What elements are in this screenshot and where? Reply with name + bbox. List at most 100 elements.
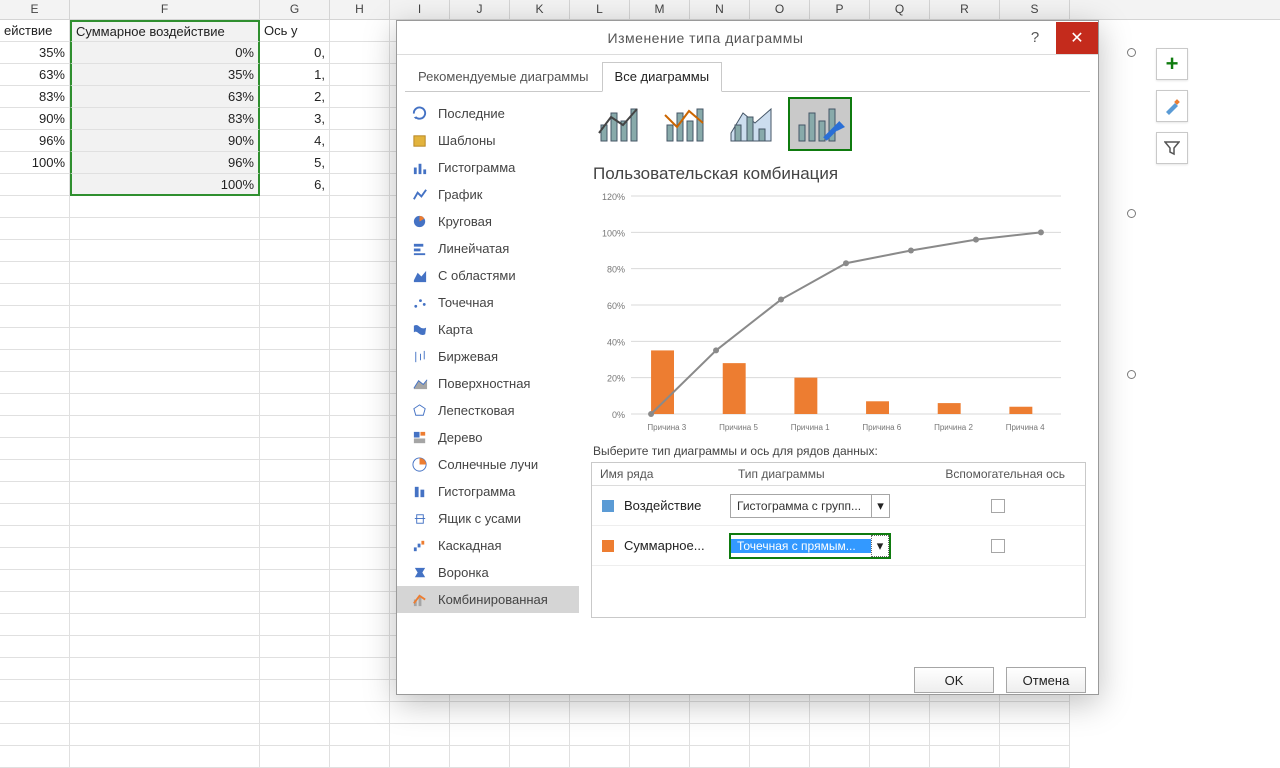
cell[interactable]: [330, 306, 390, 328]
cell[interactable]: 3,: [260, 108, 330, 130]
category-воронка[interactable]: Воронка: [397, 559, 579, 586]
cell[interactable]: [0, 724, 70, 746]
cell[interactable]: [390, 746, 450, 768]
cell[interactable]: [0, 504, 70, 526]
cell[interactable]: [70, 746, 260, 768]
cell[interactable]: [260, 548, 330, 570]
cell[interactable]: [0, 394, 70, 416]
cell[interactable]: [0, 416, 70, 438]
cell[interactable]: 1,: [260, 64, 330, 86]
series-type-combobox[interactable]: Точечная с прямым...▾: [730, 534, 890, 558]
chart-preview[interactable]: 0%20%40%60%80%100%120%Причина 3Причина 5…: [591, 190, 1086, 436]
cell[interactable]: [70, 372, 260, 394]
category-гистограмма[interactable]: Гистограмма: [397, 478, 579, 505]
tab-recommended[interactable]: Рекомендуемые диаграммы: [405, 62, 602, 92]
cell[interactable]: [330, 548, 390, 570]
ok-button[interactable]: OK: [914, 667, 994, 693]
shape-handle-ne[interactable]: [1127, 48, 1136, 57]
cell[interactable]: [330, 108, 390, 130]
cell[interactable]: [260, 394, 330, 416]
cell[interactable]: [330, 20, 390, 42]
cell[interactable]: [330, 64, 390, 86]
cell[interactable]: [260, 592, 330, 614]
column-header-R[interactable]: R: [930, 0, 1000, 20]
combo-subtype-2[interactable]: [657, 98, 719, 150]
combo-subtype-1[interactable]: [591, 98, 653, 150]
cell[interactable]: [0, 680, 70, 702]
cell[interactable]: [260, 372, 330, 394]
cell[interactable]: [930, 702, 1000, 724]
cell[interactable]: [70, 504, 260, 526]
cell[interactable]: [330, 680, 390, 702]
cell[interactable]: [260, 240, 330, 262]
cell[interactable]: [0, 438, 70, 460]
cell[interactable]: [930, 746, 1000, 768]
cell[interactable]: [70, 482, 260, 504]
cell[interactable]: [260, 746, 330, 768]
cell[interactable]: [570, 724, 630, 746]
cell[interactable]: [1000, 724, 1070, 746]
cancel-button[interactable]: Отмена: [1006, 667, 1086, 693]
column-header-S[interactable]: S: [1000, 0, 1070, 20]
cell[interactable]: [0, 658, 70, 680]
cell[interactable]: [930, 724, 1000, 746]
cell[interactable]: [330, 416, 390, 438]
tab-all-charts[interactable]: Все диаграммы: [602, 62, 723, 92]
cell[interactable]: 0%: [70, 42, 260, 64]
cell[interactable]: [70, 394, 260, 416]
cell[interactable]: [70, 526, 260, 548]
cell[interactable]: [260, 416, 330, 438]
cell[interactable]: [0, 284, 70, 306]
cell[interactable]: [70, 680, 260, 702]
cell[interactable]: [0, 636, 70, 658]
cell[interactable]: [70, 284, 260, 306]
chart-add-element-button[interactable]: +: [1156, 48, 1188, 80]
cell[interactable]: [0, 746, 70, 768]
cell[interactable]: [330, 746, 390, 768]
column-header-G[interactable]: G: [260, 0, 330, 20]
category-график[interactable]: График: [397, 181, 579, 208]
chart-filter-button[interactable]: [1156, 132, 1188, 164]
cell[interactable]: [330, 174, 390, 196]
column-header-K[interactable]: K: [510, 0, 570, 20]
cell[interactable]: [70, 438, 260, 460]
cell[interactable]: [870, 724, 930, 746]
column-header-F[interactable]: F: [70, 0, 260, 20]
category-линейчатая[interactable]: Линейчатая: [397, 235, 579, 262]
column-header-H[interactable]: H: [330, 0, 390, 20]
cell[interactable]: [810, 702, 870, 724]
cell[interactable]: 6,: [260, 174, 330, 196]
cell[interactable]: 35%: [70, 64, 260, 86]
cell[interactable]: [260, 438, 330, 460]
combo-subtype-custom[interactable]: [789, 98, 851, 150]
cell[interactable]: [690, 746, 750, 768]
column-header-P[interactable]: P: [810, 0, 870, 20]
cell[interactable]: 35%: [0, 42, 70, 64]
cell[interactable]: [260, 218, 330, 240]
category-биржевая[interactable]: Биржевая: [397, 343, 579, 370]
cell[interactable]: [330, 196, 390, 218]
cell[interactable]: [260, 636, 330, 658]
cell[interactable]: [260, 504, 330, 526]
cell[interactable]: [630, 746, 690, 768]
cell[interactable]: [330, 438, 390, 460]
cell[interactable]: [450, 746, 510, 768]
cell[interactable]: [260, 196, 330, 218]
help-button[interactable]: ?: [1014, 22, 1056, 54]
cell[interactable]: Ось у: [260, 20, 330, 42]
cell[interactable]: [330, 328, 390, 350]
cell[interactable]: [70, 328, 260, 350]
cell[interactable]: [330, 130, 390, 152]
cell[interactable]: [0, 350, 70, 372]
cell[interactable]: [70, 658, 260, 680]
cell[interactable]: [260, 614, 330, 636]
cell[interactable]: [510, 724, 570, 746]
category-точечная[interactable]: Точечная: [397, 289, 579, 316]
cell[interactable]: 96%: [70, 152, 260, 174]
close-button[interactable]: ✕: [1056, 22, 1098, 54]
cell[interactable]: [330, 394, 390, 416]
cell[interactable]: [260, 680, 330, 702]
cell[interactable]: [330, 218, 390, 240]
category-каскадная[interactable]: Каскадная: [397, 532, 579, 559]
cell[interactable]: [570, 746, 630, 768]
